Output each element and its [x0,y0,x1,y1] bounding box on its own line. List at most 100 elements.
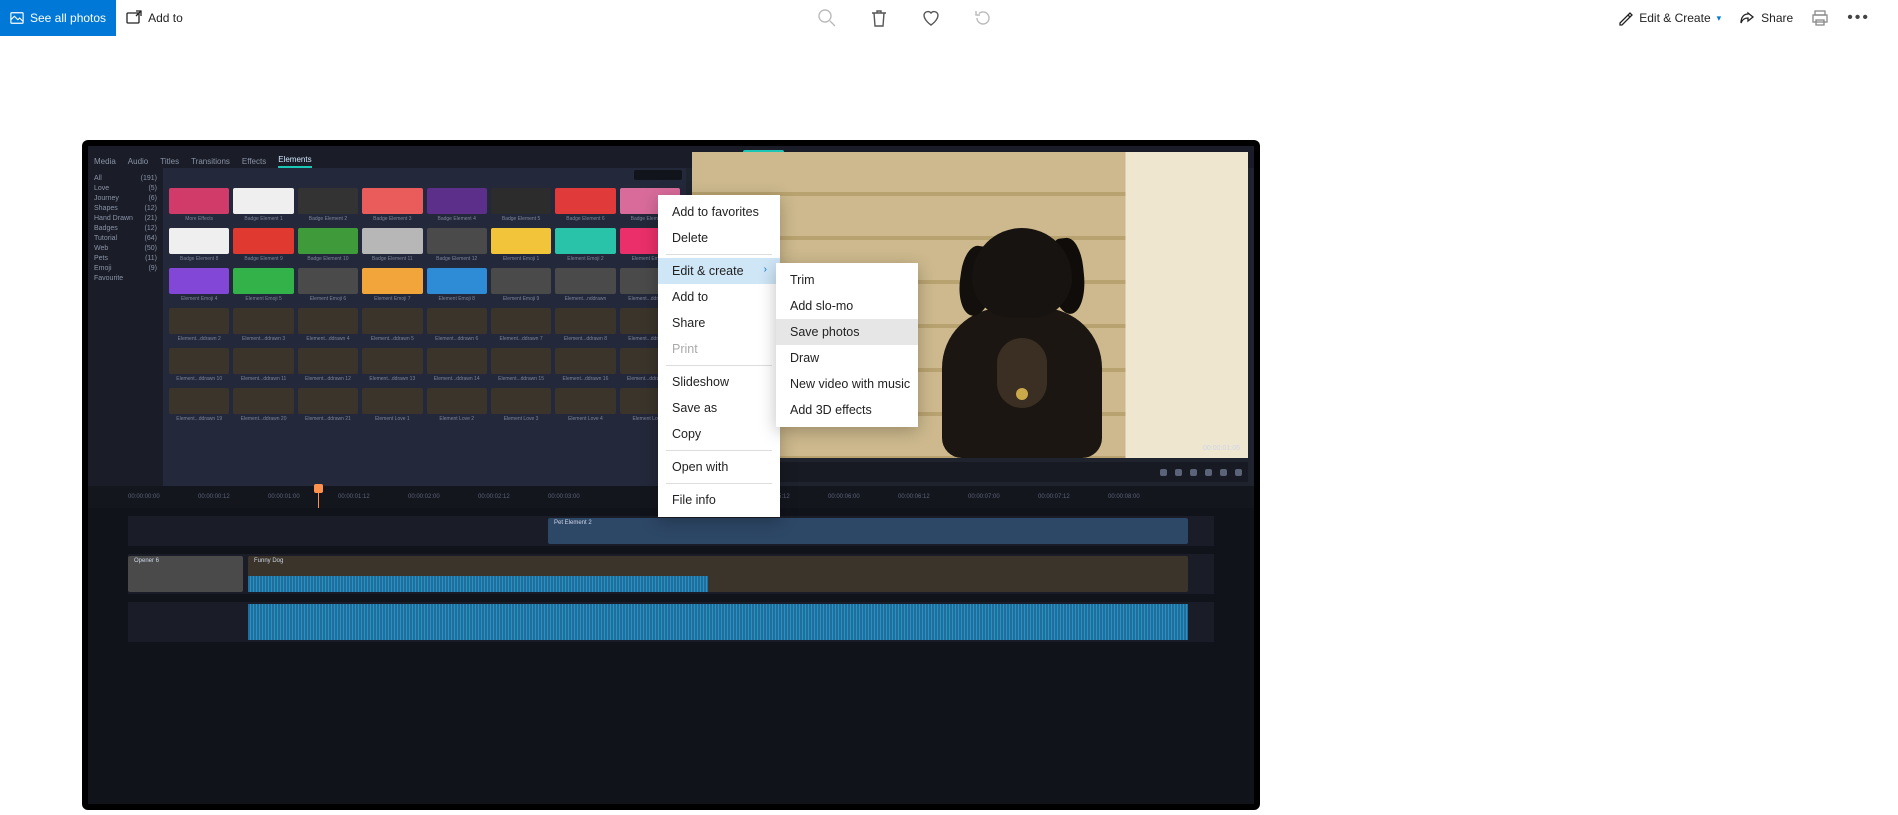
timeline-tick: 00:00:00:12 [198,494,268,500]
grid-thumb [298,348,358,374]
ctx-edit-create[interactable]: Edit & create › [658,258,780,284]
grid-thumb [555,348,615,374]
ctx-add-to[interactable]: Add to [658,284,780,310]
sub-new-video[interactable]: New video with music [776,371,918,397]
grid-thumb [169,348,229,374]
context-submenu: Trim Add slo-mo Save photos Draw New vid… [776,263,918,427]
share-button[interactable]: Share [1739,10,1793,26]
add-to-icon [126,10,142,26]
sub-slomo[interactable]: Add slo-mo [776,293,918,319]
favorite-heart-icon[interactable] [921,8,941,28]
chevron-down-icon: ▾ [1717,13,1722,24]
timeline-tick: 00:00:08:00 [1108,494,1178,500]
timeline-tick: 00:00:07:12 [1038,494,1108,500]
grid-thumb [555,228,615,254]
timeline-tick: 00:00:06:00 [828,494,898,500]
toolbar-right: Edit & Create ▾ Share ••• [1617,0,1898,36]
preview-timestamp: 00:00:01:05 [1203,445,1240,452]
grid-thumb [555,388,615,414]
ctx-print: Print [658,336,780,362]
grid-thumb [427,268,487,294]
sub-draw[interactable]: Draw [776,345,918,371]
tab-transitions: Transitions [191,157,230,168]
zoom-icon[interactable] [817,8,837,28]
tab-media: Media [94,157,116,168]
sub-3d-effects[interactable]: Add 3D effects [776,397,918,423]
timeline-tick: 00:00:02:12 [478,494,548,500]
timeline-tracks: Pet Element 2 Opener 6 Funny Dog [88,508,1254,804]
ctx-open-with[interactable]: Open with [658,454,780,480]
ctx-share[interactable]: Share [658,310,780,336]
grid-thumb [491,308,551,334]
grid-thumb [491,388,551,414]
grid-thumb [169,268,229,294]
grid-thumb [298,308,358,334]
clip-opener: Opener 6 [134,558,159,564]
grid-thumb [233,348,293,374]
editor-search [634,170,682,180]
track-video: Opener 6 Funny Dog [128,554,1214,594]
tab-audio: Audio [128,157,148,168]
track-audio [128,602,1214,642]
print-icon[interactable] [1811,9,1829,27]
tab-effects: Effects [242,157,266,168]
delete-icon[interactable] [869,8,889,28]
grid-thumb [427,308,487,334]
sub-save-photos[interactable]: Save photos [776,319,918,345]
ctx-add-favorites[interactable]: Add to favorites [658,199,780,225]
ctx-slideshow[interactable]: Slideshow [658,369,780,395]
grid-thumb [427,388,487,414]
grid-thumb [298,228,358,254]
grid-thumb [298,268,358,294]
tab-elements: Elements [278,155,311,168]
share-icon [1739,10,1755,26]
chevron-right-icon: › [764,264,767,278]
grid-thumb [555,188,615,214]
add-to-label: Add to [148,11,183,25]
tab-titles: Titles [160,157,179,168]
timeline-tick: 00:00:00:00 [128,494,198,500]
grid-thumb [362,228,422,254]
grid-thumb [233,228,293,254]
grid-thumb [491,348,551,374]
rotate-icon[interactable] [973,8,993,28]
more-icon[interactable]: ••• [1847,9,1870,27]
photos-icon [10,11,24,25]
grid-thumb [233,308,293,334]
app-toolbar: See all photos Add to Edit & Create ▾ Sh… [0,0,1898,36]
ctx-copy[interactable]: Copy [658,421,780,447]
grid-thumb [427,188,487,214]
edit-create-button[interactable]: Edit & Create ▾ [1617,10,1721,26]
clip-pet-element: Pet Element 2 [554,520,592,526]
edit-create-label: Edit & Create [1639,11,1710,25]
grid-thumb [169,388,229,414]
ctx-file-info[interactable]: File info [658,487,780,513]
grid-thumb [362,388,422,414]
ctx-delete[interactable]: Delete [658,225,780,251]
grid-thumb [491,188,551,214]
grid-thumb [362,188,422,214]
grid-thumb [298,388,358,414]
ctx-save-as[interactable]: Save as [658,395,780,421]
grid-thumb [169,308,229,334]
grid-thumb [555,308,615,334]
see-all-photos-button[interactable]: See all photos [0,0,116,36]
grid-thumb [169,228,229,254]
timeline-tick: 00:00:06:12 [898,494,968,500]
share-label: Share [1761,11,1793,25]
grid-thumb [491,228,551,254]
grid-thumb [233,188,293,214]
timeline-tick: 00:00:07:00 [968,494,1038,500]
context-menu: Add to favorites Delete Edit & create › … [658,195,780,517]
grid-thumb [427,228,487,254]
timeline-tick: 00:00:01:12 [338,494,408,500]
timeline-tick: 00:00:02:00 [408,494,478,500]
track-overlay: Pet Element 2 [128,516,1214,546]
add-to-button[interactable]: Add to [116,0,193,36]
sub-trim[interactable]: Trim [776,267,918,293]
grid-thumb [233,388,293,414]
edit-create-icon [1617,10,1633,26]
grid-thumb [362,348,422,374]
grid-thumb [362,308,422,334]
see-all-photos-label: See all photos [30,11,106,25]
